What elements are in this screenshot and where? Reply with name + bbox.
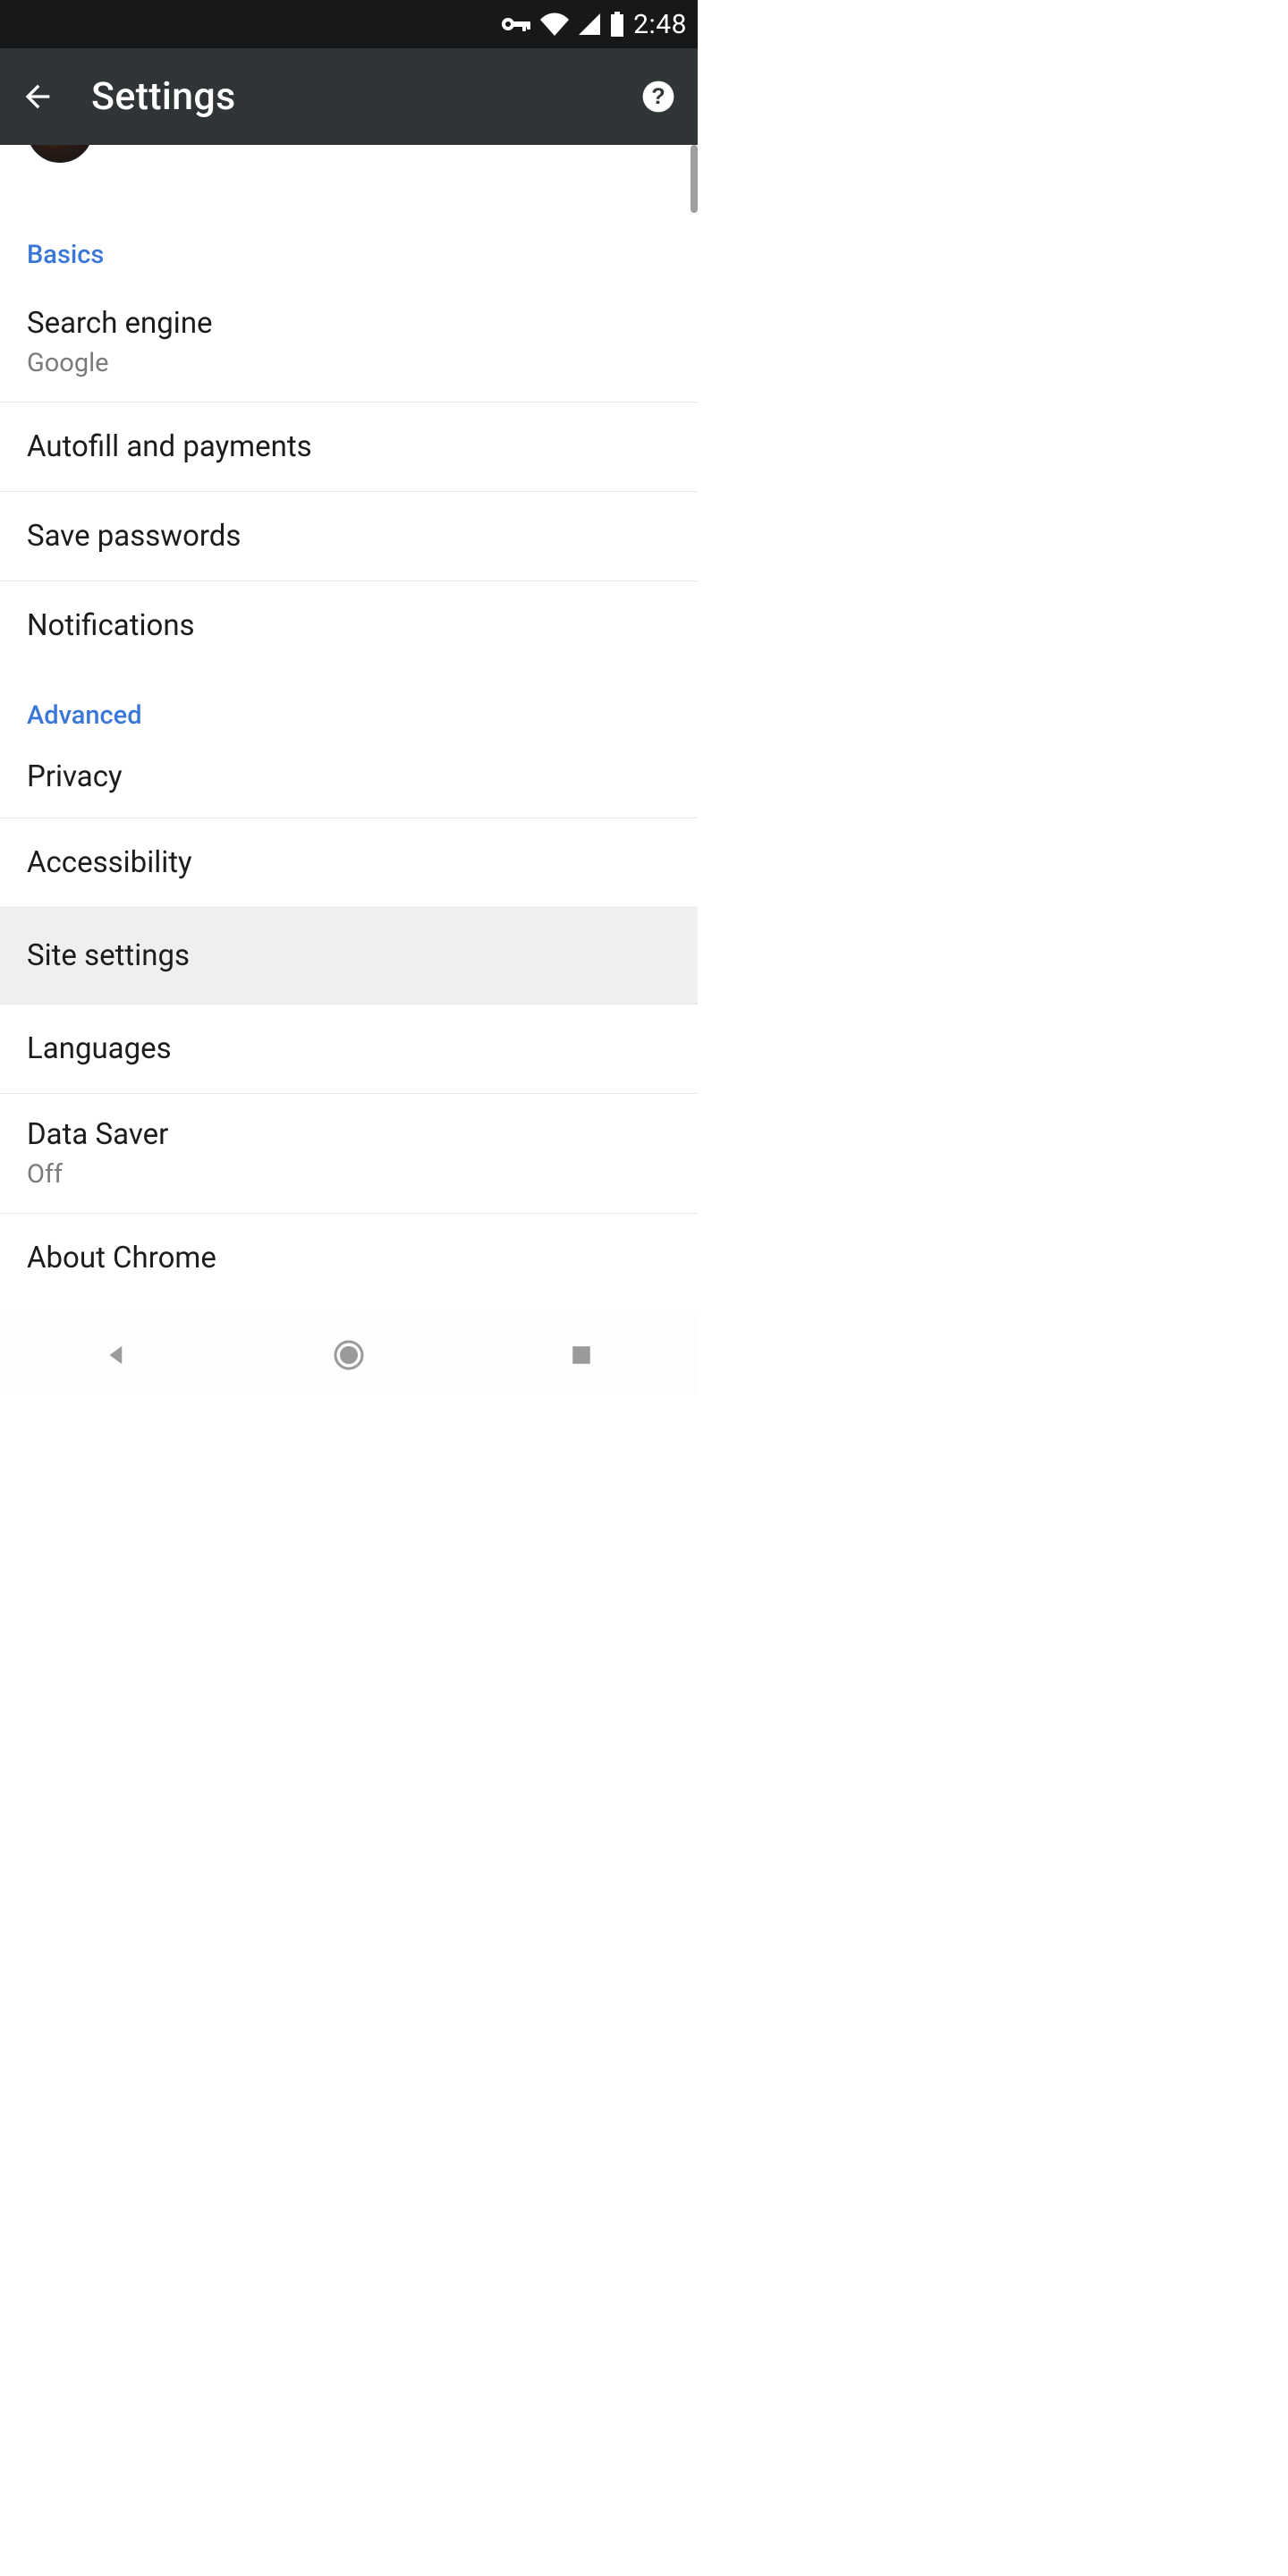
back-button[interactable] (16, 75, 59, 118)
item-label: Search engine (27, 306, 671, 341)
circle-home-icon (333, 1339, 365, 1371)
square-recents-icon (570, 1343, 593, 1367)
status-bar: 2:48 (0, 0, 698, 48)
app-bar: Settings ? (0, 48, 698, 145)
section-header-advanced: Advanced (0, 670, 698, 743)
arrow-back-icon (20, 79, 55, 114)
battery-icon (610, 12, 624, 37)
nav-back-button[interactable] (63, 1328, 170, 1382)
nav-recents-button[interactable] (528, 1328, 635, 1382)
avatar (27, 145, 93, 163)
item-save-passwords[interactable]: Save passwords (0, 492, 698, 581)
item-accessibility[interactable]: Accessibility (0, 818, 698, 908)
help-button[interactable]: ? (640, 79, 676, 114)
cell-signal-icon (578, 13, 601, 36)
item-label: Notifications (27, 608, 671, 643)
item-notifications[interactable]: Notifications (0, 581, 698, 670)
section-header-basics: Basics (0, 186, 698, 283)
item-value: Off (27, 1159, 671, 1190)
item-label: About Chrome (27, 1241, 671, 1275)
item-autofill-payments[interactable]: Autofill and payments (0, 402, 698, 492)
screen: 2:48 Settings ? Syncing to Basics (0, 0, 698, 1395)
item-label: Site settings (27, 938, 671, 973)
item-search-engine[interactable]: Search engine Google (0, 283, 698, 402)
item-privacy[interactable]: Privacy (0, 743, 698, 818)
item-label: Accessibility (27, 845, 671, 880)
item-label: Languages (27, 1031, 671, 1066)
help-icon: ? (641, 80, 675, 114)
status-time: 2:48 (633, 9, 687, 40)
account-meta: Syncing to (123, 145, 484, 146)
item-site-settings[interactable]: Site settings (0, 908, 698, 1004)
settings-content: Syncing to Basics Search engine Google A… (0, 145, 698, 1315)
item-value: Google (27, 348, 671, 378)
triangle-back-icon (103, 1342, 130, 1368)
wifi-icon (540, 13, 569, 36)
item-label: Save passwords (27, 519, 671, 554)
item-data-saver[interactable]: Data Saver Off (0, 1094, 698, 1214)
syncing-label: Syncing to (123, 145, 248, 146)
item-label: Autofill and payments (27, 429, 671, 464)
vpn-key-icon (501, 15, 531, 33)
item-about-chrome[interactable]: About Chrome (0, 1214, 698, 1302)
settings-list: Syncing to Basics Search engine Google A… (0, 145, 698, 1302)
item-label: Data Saver (27, 1117, 671, 1152)
system-nav-bar (0, 1315, 698, 1395)
account-row[interactable]: Syncing to (0, 145, 698, 186)
page-title: Settings (91, 74, 640, 119)
svg-text:?: ? (651, 84, 665, 109)
nav-home-button[interactable] (295, 1328, 402, 1382)
item-label: Privacy (27, 759, 671, 794)
item-languages[interactable]: Languages (0, 1004, 698, 1094)
